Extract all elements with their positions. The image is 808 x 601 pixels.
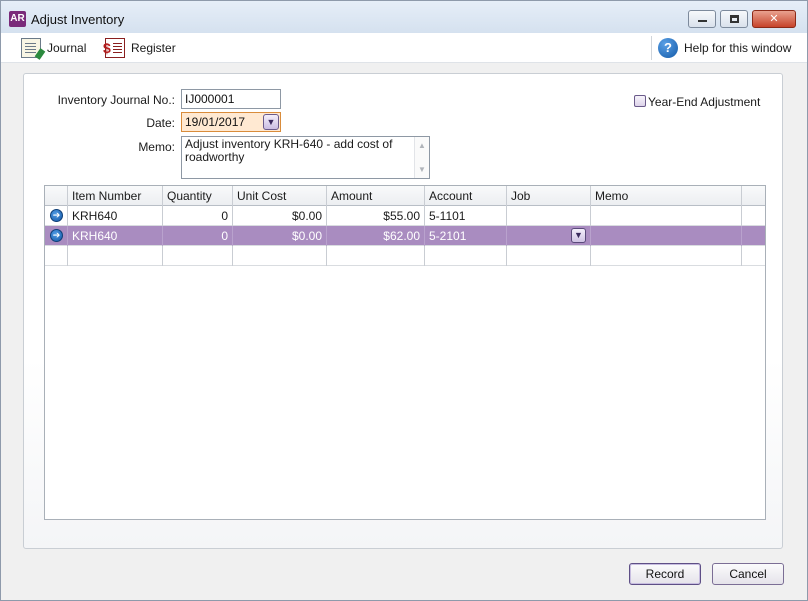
toolbar: Journal Register ? Help for this window (1, 33, 807, 63)
table-row-empty[interactable] (45, 246, 765, 266)
table-row-selected[interactable]: ➔ KRH640 0 $0.00 $62.00 5-2101 ▼ (45, 226, 765, 246)
row-indicator-header (45, 186, 68, 206)
quantity-cell[interactable]: 0 (163, 226, 233, 246)
date-value: 19/01/2017 (185, 115, 246, 129)
memo-cell[interactable] (591, 206, 742, 226)
job-cell[interactable] (507, 206, 591, 226)
journal-no-label: Inventory Journal No.: (57, 93, 175, 107)
close-icon: ✕ (769, 13, 779, 25)
calendar-dropdown-icon[interactable]: ▼ (263, 114, 279, 130)
title-bar: AR Adjust Inventory ✕ (1, 1, 807, 33)
amount-cell[interactable]: $62.00 (327, 226, 425, 246)
amount-cell[interactable]: $55.00 (327, 206, 425, 226)
column-header-amount[interactable]: Amount (327, 186, 425, 206)
column-header-unit-cost[interactable]: Unit Cost (233, 186, 327, 206)
job-cell[interactable] (507, 246, 591, 266)
help-button[interactable]: ? Help for this window (658, 37, 791, 59)
register-icon (103, 38, 125, 58)
journal-no-input[interactable] (181, 89, 281, 109)
column-header-quantity[interactable]: Quantity (163, 186, 233, 206)
maximize-button[interactable] (720, 10, 748, 28)
help-icon: ? (658, 38, 678, 58)
column-header-account[interactable]: Account (425, 186, 507, 206)
grid-header: Item Number Quantity Unit Cost Amount Ac… (45, 186, 765, 206)
adjust-inventory-window: AR Adjust Inventory ✕ Journal Register ?… (0, 0, 808, 601)
minimize-button[interactable] (688, 10, 716, 28)
cancel-button[interactable]: Cancel (712, 563, 784, 585)
job-dropdown-icon[interactable]: ▼ (571, 228, 586, 243)
journal-button[interactable]: Journal (21, 37, 86, 59)
account-cell[interactable]: 5-1101 (425, 206, 507, 226)
journal-icon (21, 38, 41, 58)
memo-cell[interactable] (591, 226, 742, 246)
table-row[interactable]: ➔ KRH640 0 $0.00 $55.00 5-1101 (45, 206, 765, 226)
help-label: Help for this window (684, 41, 792, 55)
account-cell[interactable] (425, 246, 507, 266)
header-filler (742, 186, 765, 206)
row-indicator-cell (45, 206, 68, 226)
unit-cost-cell[interactable]: $0.00 (233, 226, 327, 246)
account-cell[interactable]: 5-2101 (425, 226, 507, 246)
column-header-memo[interactable]: Memo (591, 186, 742, 206)
quantity-cell[interactable]: 0 (163, 206, 233, 226)
register-button[interactable]: Register (103, 37, 176, 59)
date-label: Date: (146, 116, 175, 130)
scroll-up-icon[interactable]: ▲ (418, 139, 426, 152)
row-indicator-cell (45, 246, 68, 266)
register-label: Register (131, 41, 176, 55)
window-title: Adjust Inventory (31, 12, 125, 27)
toolbar-divider (651, 36, 652, 60)
close-button[interactable]: ✕ (752, 10, 796, 28)
quantity-cell[interactable] (163, 246, 233, 266)
year-end-label: Year-End Adjustment (648, 95, 761, 109)
memo-value: Adjust inventory KRH-640 - add cost of r… (185, 137, 393, 164)
line-items-grid: Item Number Quantity Unit Cost Amount Ac… (44, 185, 766, 520)
unit-cost-cell[interactable]: $0.00 (233, 206, 327, 226)
memo-scrollbar[interactable]: ▲ ▼ (414, 137, 429, 178)
amount-cell[interactable] (327, 246, 425, 266)
row-indicator-cell (45, 226, 68, 246)
memo-label: Memo: (138, 140, 175, 154)
window-controls: ✕ (688, 10, 796, 28)
year-end-checkbox[interactable] (634, 95, 646, 107)
minimize-icon (698, 20, 707, 22)
column-header-item-number[interactable]: Item Number (68, 186, 163, 206)
item-number-cell[interactable]: KRH640 (68, 206, 163, 226)
date-input[interactable]: 19/01/2017 ▼ (181, 112, 281, 132)
memo-cell[interactable] (591, 246, 742, 266)
item-number-cell[interactable]: KRH640 (68, 226, 163, 246)
maximize-icon (730, 15, 739, 23)
column-header-job[interactable]: Job (507, 186, 591, 206)
journal-panel: Inventory Journal No.: Date: 19/01/2017 … (23, 73, 783, 549)
scroll-down-icon[interactable]: ▼ (418, 163, 426, 176)
journal-label: Journal (47, 41, 87, 55)
app-logo-icon: AR (9, 11, 26, 27)
unit-cost-cell[interactable] (233, 246, 327, 266)
record-button[interactable]: Record (629, 563, 701, 585)
memo-textarea[interactable]: Adjust inventory KRH-640 - add cost of r… (181, 136, 430, 179)
item-number-cell[interactable] (68, 246, 163, 266)
